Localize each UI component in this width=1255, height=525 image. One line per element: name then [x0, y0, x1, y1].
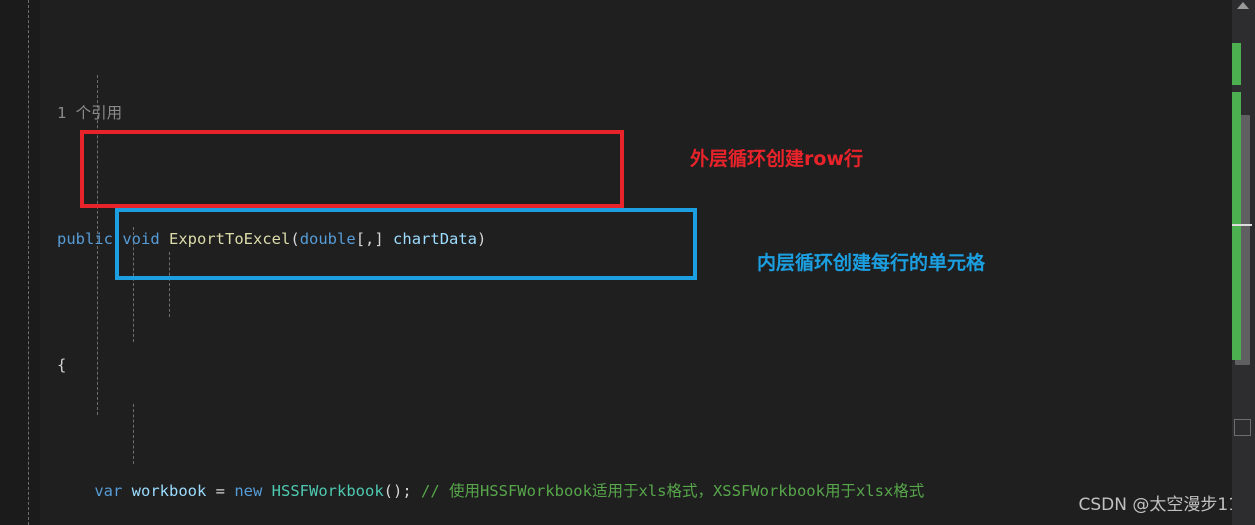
punct-paren-open: (	[290, 229, 300, 248]
token-void: void	[122, 229, 160, 248]
token-public: public	[57, 229, 113, 248]
editor-text-area[interactable]: 1 个引用 public void ExportToExcel(double[,…	[40, 0, 1232, 525]
token-new-1: new	[234, 481, 263, 500]
token-hssfworkbook: HSSFWorkbook	[271, 481, 384, 500]
editor-selection-margin	[0, 0, 40, 525]
codelens-line-top[interactable]: 1 个引用	[40, 101, 1232, 126]
change-marker-2	[1232, 92, 1241, 360]
token-double: double	[299, 229, 356, 248]
sp	[113, 230, 122, 248]
scroll-up-arrow-icon[interactable]	[1237, 2, 1249, 9]
token-workbook-1: workbook	[131, 481, 207, 500]
brace-open: {	[57, 355, 67, 374]
change-marker-1	[1232, 43, 1241, 85]
token-method-name: ExportToExcel	[169, 229, 291, 248]
punct-paren-close: )	[477, 229, 487, 248]
code-line-workbook: var workbook = new HSSFWorkbook(); // 使用…	[40, 479, 1232, 504]
codelens-label-top[interactable]: 1 个引用	[57, 104, 122, 122]
code-text: 1 个引用 public void ExportToExcel(double[,…	[40, 0, 1232, 525]
code-line-open-brace-method: {	[40, 353, 1232, 378]
call-empty: ();	[383, 481, 421, 500]
annotation-label-outer-loop: 外层循环创建row行	[690, 148, 863, 170]
token-var-1: var	[94, 481, 123, 500]
eq: =	[206, 481, 235, 500]
caret-position-marker	[1232, 224, 1252, 226]
code-editor-screenshot: 1 个引用 public void ExportToExcel(double[,…	[0, 0, 1255, 525]
token-param-chartdata: chartData	[393, 229, 478, 248]
sp	[160, 230, 169, 248]
annotation-label-inner-loop: 内层循环创建每行的单元格	[757, 252, 986, 274]
sp	[122, 482, 131, 500]
sp	[384, 230, 393, 248]
ind	[57, 482, 94, 500]
csdn-watermark: CSDN @太空漫步11	[1078, 495, 1239, 515]
sp	[262, 482, 271, 500]
vertical-scrollbar[interactable]	[1232, 0, 1255, 525]
token-array-rank: [,]	[355, 229, 384, 248]
indent-guide-outer	[28, 0, 29, 525]
comment-workbook: // 使用HSSFWorkbook适用于xls格式，XSSFWorkbook用于…	[420, 481, 925, 500]
code-line-signature: public void ExportToExcel(double[,] char…	[40, 227, 1232, 252]
scrollbar-region-box[interactable]	[1234, 419, 1251, 436]
